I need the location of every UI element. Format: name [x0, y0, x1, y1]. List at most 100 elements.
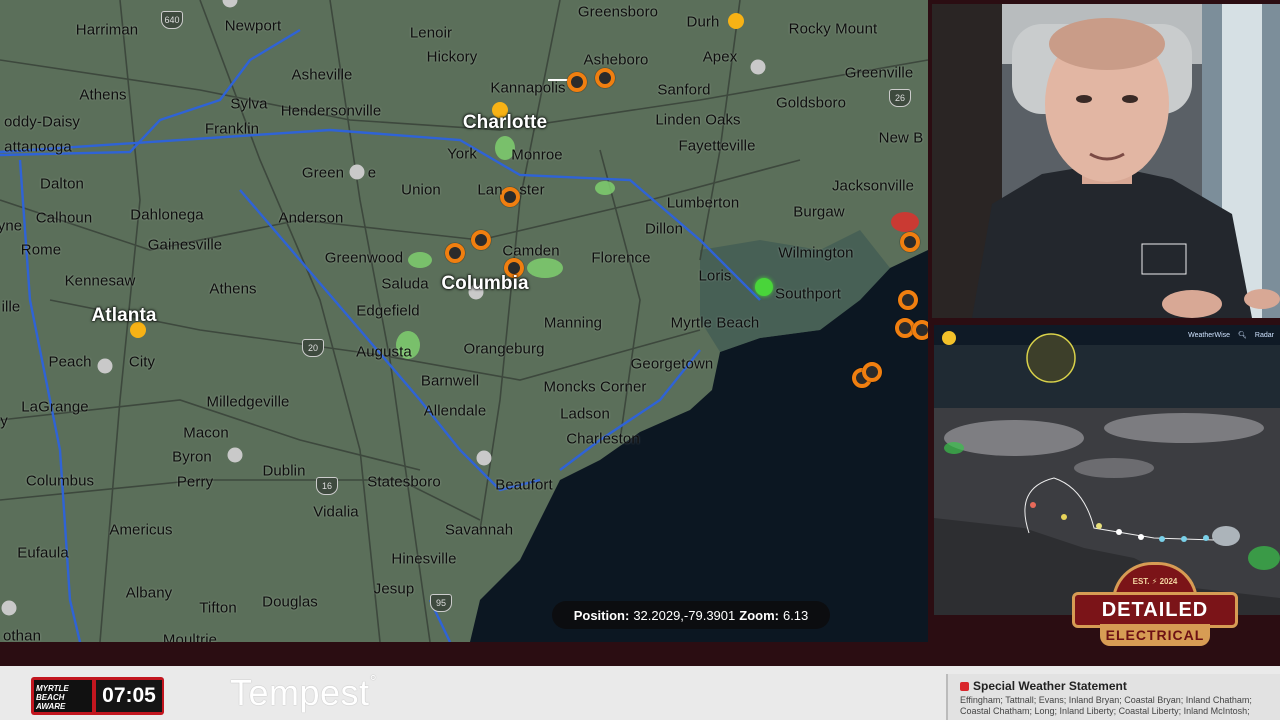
city-label: Georgetown [630, 355, 714, 373]
city-label: Dalton [40, 175, 84, 193]
city-label: Vidalia [313, 503, 359, 521]
city-label: Durh [686, 13, 720, 31]
city-label: Green [301, 164, 345, 182]
city-label: y [0, 412, 8, 430]
position-value: 32.2029,-79.3901 [633, 607, 736, 623]
search-icon[interactable]: 🔍︎ [1238, 331, 1247, 339]
city-label: New B [878, 129, 924, 147]
city-label: Monroe [511, 146, 563, 164]
station-marker[interactable] [567, 72, 587, 92]
weather-alert[interactable]: Special Weather Statement Effingham; Tat… [946, 674, 1280, 720]
city-label: Lumberton [666, 194, 740, 212]
city-label: Myrtle Beach [670, 314, 760, 332]
city-label: Hickory [426, 48, 478, 66]
city-label: Beaufort [495, 476, 553, 494]
city-label: Sylva [230, 95, 268, 113]
station-marker[interactable] [898, 290, 918, 310]
city-label: Southport [775, 285, 841, 303]
city-label: Charleston [566, 430, 640, 448]
menu-icon[interactable] [942, 331, 956, 345]
station-marker[interactable] [1, 600, 17, 616]
city-label: Byron [172, 448, 212, 466]
position-readout: Position: 32.2029,-79.3901 Zoom: 6.13 [552, 601, 830, 629]
circle-outline [1026, 333, 1076, 383]
detailed-electrical-logo: EST. ⚡ 2024 DETAILED ELECTRICAL [1072, 562, 1238, 650]
city-label: Florence [591, 249, 651, 267]
interstate-shield: 95 [430, 594, 452, 612]
station-marker[interactable] [862, 362, 882, 382]
city-label: Orangeburg [463, 340, 545, 358]
radar-map[interactable]: 640 26 20 16 95 Harriman Newport Lenoir [0, 0, 928, 642]
station-marker[interactable] [900, 232, 920, 252]
city-label: Jacksonville [831, 177, 915, 195]
city-label: Linden Oaks [655, 111, 741, 129]
city-label-major: Charlotte [462, 112, 548, 133]
city-label: Macon [183, 424, 229, 442]
city-label: Harriman [75, 21, 139, 39]
city-label: Newport [224, 17, 282, 35]
station-marker[interactable] [500, 187, 520, 207]
city-label: Gainesville [147, 236, 223, 254]
interstate-shield: 16 [316, 477, 338, 495]
city-label: Eufaula [17, 544, 69, 562]
city-label: Calhoun [35, 209, 93, 227]
city-label-major: Atlanta [91, 305, 157, 326]
alert-icon [960, 681, 969, 691]
city-label: Lan [477, 181, 503, 199]
tempest-logo: Tempest° [230, 672, 378, 713]
highway-shield: 26 [889, 89, 911, 107]
station-marker[interactable] [227, 447, 243, 463]
city-label: Americus [109, 521, 173, 539]
ocean [470, 250, 928, 642]
city-label: Ladson [560, 405, 610, 423]
station-marker[interactable] [912, 320, 928, 340]
alert-title-row: Special Weather Statement [960, 679, 1280, 693]
city-label: attanooga [4, 138, 72, 156]
presenter-video-frame [932, 4, 1280, 318]
station-marker[interactable] [445, 243, 465, 263]
interstate-shield: 20 [302, 339, 324, 357]
logo-line2: ELECTRICAL [1100, 624, 1210, 646]
city-label: Columbus [25, 472, 95, 490]
city-label: Allendale [423, 402, 487, 420]
selected-station-marker[interactable] [755, 278, 773, 296]
city-label: Sanford [657, 81, 711, 99]
station-marker[interactable] [476, 450, 492, 466]
city-label: Jesup [373, 580, 415, 598]
city-label: Anderson [278, 209, 344, 227]
alert-title: Special Weather Statement [973, 679, 1127, 693]
city-label: Rocky Mount [788, 20, 878, 38]
city-label: Dahlonega [130, 206, 204, 224]
radar-label[interactable]: Radar [1255, 332, 1274, 339]
station-marker[interactable] [349, 164, 365, 180]
city-label: Goldsboro [775, 94, 847, 112]
station-marker[interactable] [750, 59, 766, 75]
city-label: oddy-Daisy [3, 113, 81, 131]
city-label: Statesboro [367, 473, 441, 491]
city-label: Lenoir [409, 24, 453, 42]
city-label: Douglas [262, 593, 318, 611]
city-label: Asheville [291, 66, 353, 84]
city-label: Hendersonville [280, 102, 382, 120]
city-label: Loris [698, 267, 732, 285]
city-label: Kennesaw [64, 272, 136, 290]
city-label-major: Columbia [441, 273, 529, 294]
city-label: Franklin [204, 120, 260, 138]
city-label: Hinesville [391, 550, 457, 568]
city-label: Athens [209, 280, 257, 298]
station-marker[interactable] [595, 68, 615, 88]
city-label: Rome [20, 241, 62, 259]
brand-line1: MYRTLE BEACH [36, 684, 69, 702]
station-marker[interactable] [728, 13, 744, 29]
city-label: Manning [543, 314, 603, 332]
city-label: Wilmington [778, 244, 854, 262]
city-label: ster [519, 181, 545, 199]
station-marker[interactable] [97, 358, 113, 374]
station-marker[interactable] [471, 230, 491, 250]
city-label: Barnwell [420, 372, 480, 390]
zoom-label: Zoom: [739, 607, 779, 623]
city-label: Fayetteville [678, 137, 756, 155]
city-label: Greensboro [577, 3, 659, 21]
city-label: e [367, 164, 377, 182]
city-label: City [128, 353, 156, 371]
